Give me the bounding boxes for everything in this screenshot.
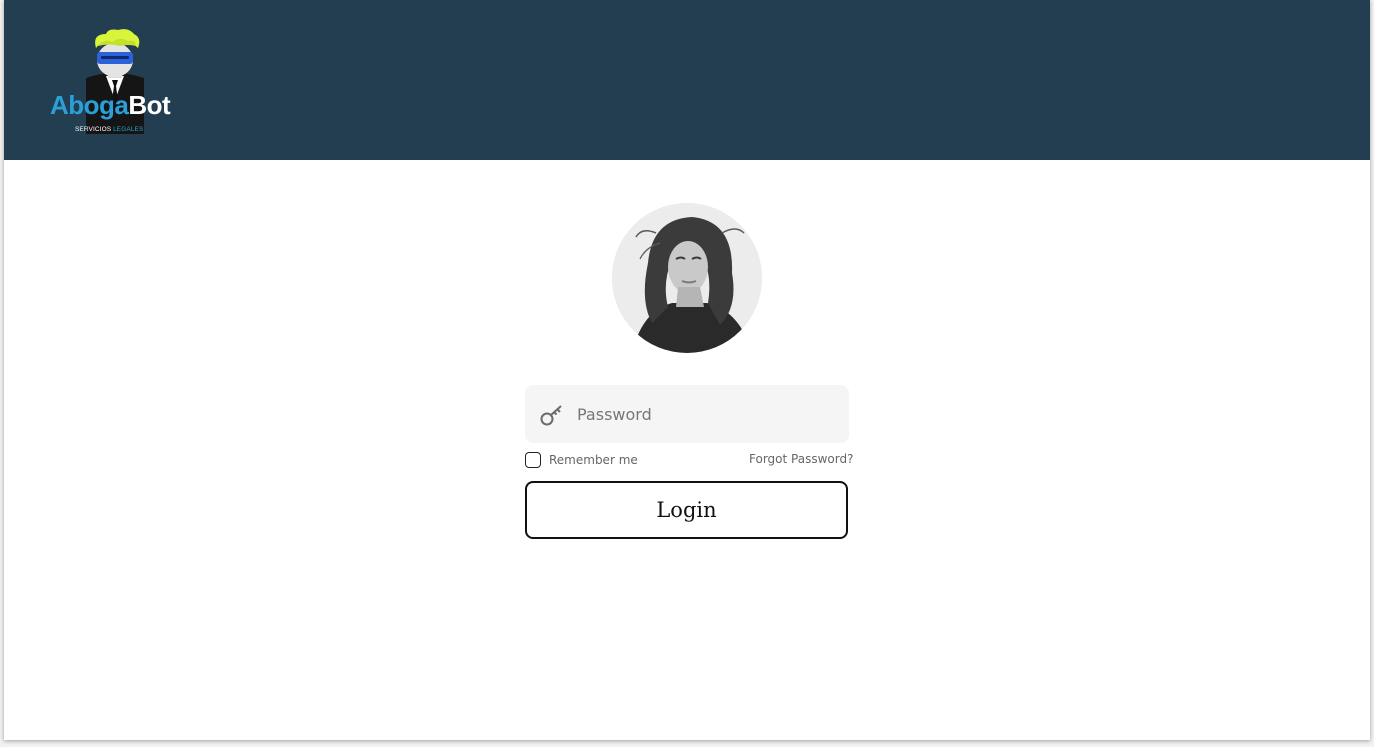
- abogabot-logo[interactable]: AbogaBot SERVICIOS LEGALES: [48, 28, 188, 138]
- logo-tagline-part1: SERVICIOS: [75, 126, 114, 133]
- logo-tagline-part2: LEGALES: [113, 126, 144, 133]
- robot-lawyer-mascot-icon: [86, 29, 144, 134]
- header-bar: AbogaBot SERVICIOS LEGALES: [4, 0, 1370, 160]
- remember-me-checkbox[interactable]: [525, 452, 541, 468]
- forgot-password-link[interactable]: Forgot Password?: [749, 452, 853, 466]
- password-field[interactable]: [525, 385, 849, 443]
- logo-name-part2: Bot: [128, 90, 171, 120]
- profile-avatar: [612, 203, 762, 353]
- remember-me[interactable]: Remember me: [525, 451, 638, 469]
- logo-tagline: SERVICIOS LEGALES: [75, 126, 143, 133]
- key-icon: [540, 405, 562, 426]
- profile-photo: [612, 203, 762, 353]
- password-input[interactable]: [577, 385, 837, 443]
- page-frame: AbogaBot SERVICIOS LEGALES Remember me F…: [4, 0, 1370, 740]
- login-button[interactable]: Login: [525, 481, 848, 539]
- logo-wordmark: AbogaBot: [50, 90, 171, 121]
- remember-me-label[interactable]: Remember me: [549, 453, 638, 467]
- logo-name-part1: Aboga: [50, 90, 129, 120]
